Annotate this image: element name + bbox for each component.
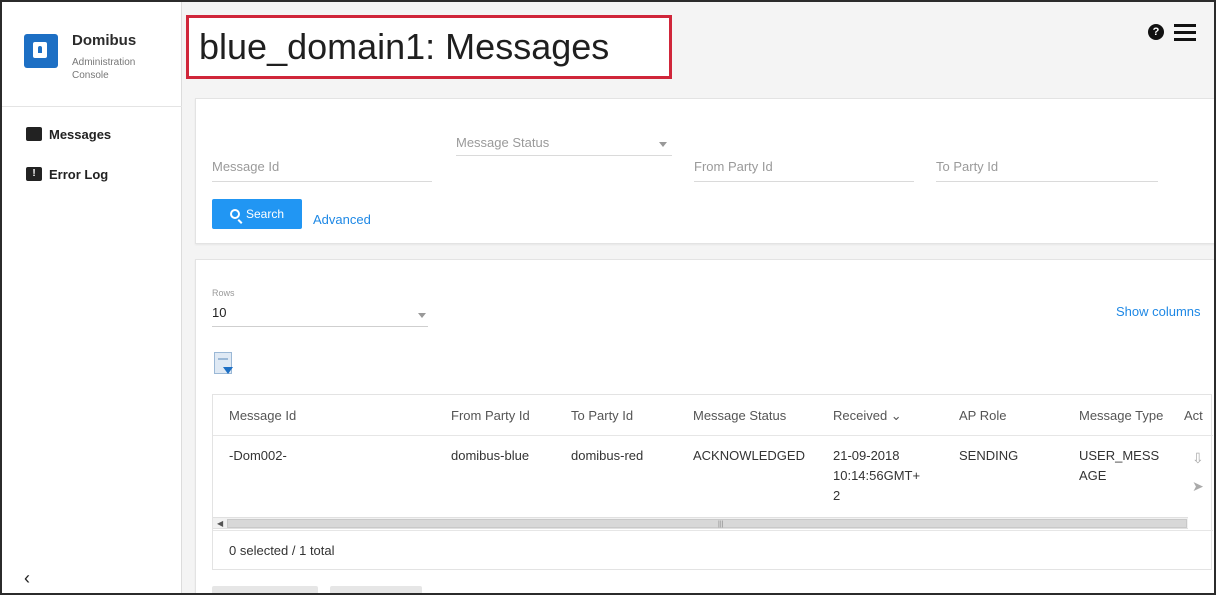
resend-icon[interactable]: ➤ — [1192, 478, 1204, 495]
page-title: blue_domain1: Messages — [199, 26, 610, 67]
column-header-ap-role[interactable]: AP Role — [959, 408, 1006, 423]
rows-value: 10 — [212, 305, 227, 320]
collapse-sidebar-button[interactable]: ‹ — [24, 568, 30, 589]
hamburger-menu-icon[interactable] — [1174, 24, 1196, 41]
error-log-icon: ! — [26, 167, 42, 181]
action-button[interactable] — [212, 586, 318, 593]
message-id-placeholder: Message Id — [212, 159, 280, 174]
horizontal-scrollbar[interactable]: ◀ ||| — [213, 517, 1188, 529]
cell-to-party-id: domibus-red — [571, 448, 644, 463]
from-party-placeholder: From Party Id — [694, 159, 773, 174]
results-panel: Rows 10 Show columns Message Id From Par… — [195, 259, 1214, 593]
chevron-down-icon — [418, 313, 426, 318]
column-header-from-party-id[interactable]: From Party Id — [451, 408, 530, 423]
scroll-left-icon[interactable]: ◀ — [217, 518, 223, 529]
brand-name: Domibus — [72, 32, 137, 49]
header-divider — [213, 435, 1213, 436]
search-button-label: Search — [245, 207, 285, 221]
show-columns-link[interactable]: Show columns — [1116, 304, 1201, 319]
message-id-field[interactable]: Message Id — [212, 159, 432, 183]
app-frame: Domibus Administration Console Messages … — [0, 0, 1216, 595]
download-icon[interactable]: ⇩ — [1192, 450, 1204, 467]
search-button[interactable]: Search — [212, 199, 302, 229]
messages-table: Message Id From Party Id To Party Id Mes… — [212, 394, 1213, 570]
action-button[interactable] — [330, 586, 422, 593]
message-status-select[interactable]: Message Status — [456, 135, 672, 159]
column-header-received[interactable]: Received ⌄ — [833, 408, 902, 424]
cell-message-status: ACKNOWLEDGED — [693, 448, 805, 463]
sidebar-divider — [2, 106, 182, 107]
csv-download-icon[interactable] — [214, 352, 233, 374]
scrollbar-thumb[interactable]: ||| — [227, 519, 1187, 528]
cell-message-type: USER_MESS AGE — [1079, 448, 1160, 483]
cell-ap-role: SENDING — [959, 448, 1019, 463]
header: blue_domain1: Messages ? — [184, 2, 1214, 94]
rows-label: Rows — [212, 288, 235, 298]
column-header-to-party-id[interactable]: To Party Id — [571, 408, 633, 423]
rows-per-page-select[interactable]: 10 — [212, 305, 428, 327]
advanced-search-link[interactable]: Advanced — [313, 212, 371, 227]
brand-subtitle: Administration Console — [72, 57, 136, 81]
brand: Domibus Administration Console — [24, 30, 174, 90]
sidebar-item-messages[interactable]: Messages — [26, 124, 111, 144]
from-party-id-field[interactable]: From Party Id — [694, 159, 914, 183]
cell-from-party-id: domibus-blue — [451, 448, 530, 463]
cell-message-id: -Dom002- — [229, 448, 287, 463]
column-header-message-status[interactable]: Message Status — [693, 408, 786, 423]
cell-received: 21-09-2018 10:14:56GMT+ 2 — [833, 448, 921, 503]
sidebar: Domibus Administration Console Messages … — [2, 2, 182, 593]
chevron-down-icon — [659, 142, 667, 147]
column-header-message-id[interactable]: Message Id — [229, 408, 296, 423]
column-header-actions[interactable]: Act — [1184, 408, 1203, 423]
to-party-placeholder: To Party Id — [936, 159, 999, 174]
page-title-highlight: blue_domain1: Messages — [186, 15, 672, 79]
sidebar-item-label: Error Log — [49, 166, 109, 182]
sidebar-item-error-log[interactable]: ! Error Log — [26, 164, 108, 184]
message-status-placeholder: Message Status — [456, 135, 550, 150]
help-icon[interactable]: ? — [1148, 24, 1164, 40]
search-filter-panel: Message Id Message Status From Party Id … — [195, 98, 1214, 244]
search-icon — [229, 209, 240, 219]
message-icon — [26, 127, 42, 141]
to-party-id-field[interactable]: To Party Id — [936, 159, 1158, 183]
footer-divider — [213, 530, 1213, 531]
column-header-message-type[interactable]: Message Type — [1079, 408, 1163, 423]
scrollbar-grip-icon: ||| — [718, 521, 724, 528]
domibus-logo-icon — [24, 34, 58, 68]
selection-summary: 0 selected / 1 total — [229, 543, 335, 558]
sidebar-item-label: Messages — [49, 126, 112, 142]
